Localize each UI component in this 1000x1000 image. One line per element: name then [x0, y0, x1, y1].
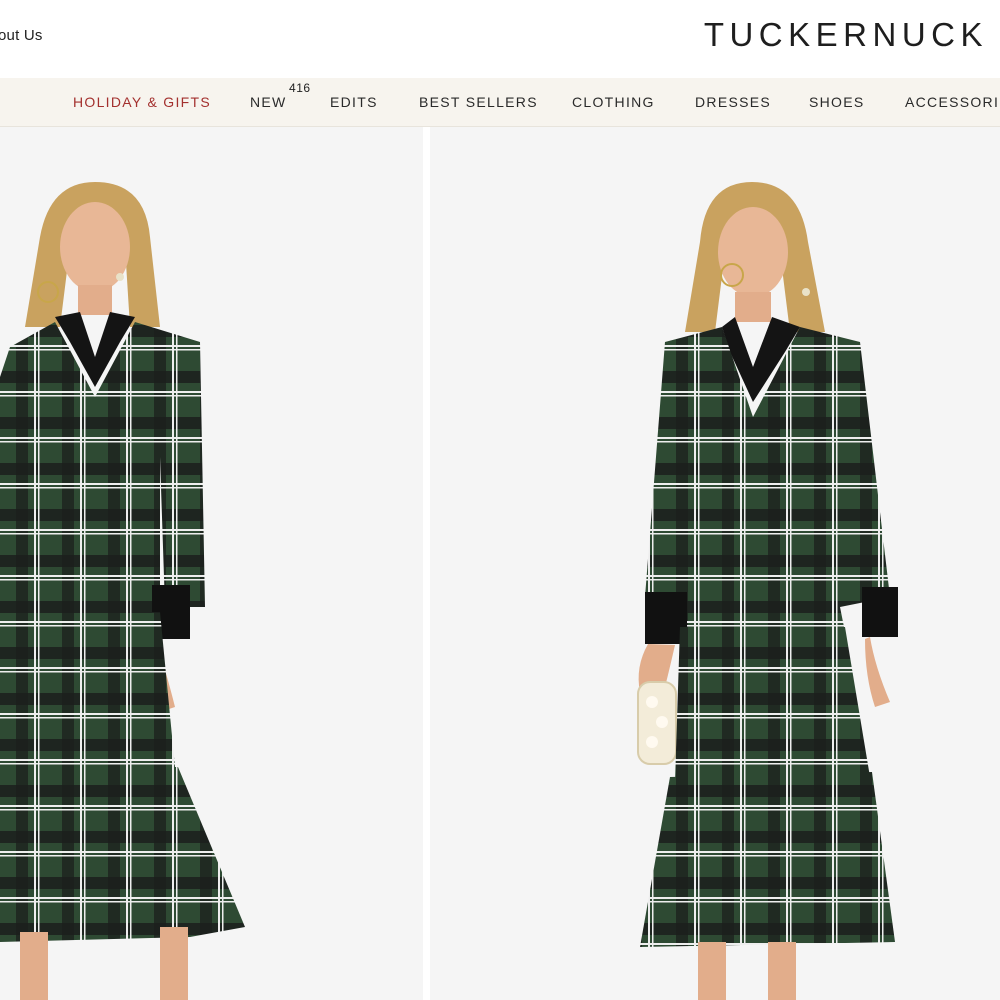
nav-edits[interactable]: EDITS — [330, 94, 378, 110]
main-navigation: HOLIDAY & GIFTS NEW 416 EDITS BEST SELLE… — [0, 78, 1000, 127]
nav-accessories[interactable]: ACCESSORIE — [905, 94, 1000, 110]
nav-new-label: NEW — [250, 94, 287, 110]
nav-dresses[interactable]: DRESSES — [695, 94, 771, 110]
product-photo-front[interactable] — [0, 127, 423, 1000]
nav-shoes[interactable]: SHOES — [809, 94, 865, 110]
about-us-link[interactable]: out Us — [0, 27, 43, 44]
product-photo-with-clutch[interactable] — [430, 127, 1000, 1000]
product-gallery — [0, 127, 1000, 1000]
brand-logo[interactable]: TUCKERNUCK — [704, 16, 988, 54]
new-count-badge: 416 — [289, 81, 311, 95]
nav-new[interactable]: NEW 416 — [250, 81, 310, 110]
site-header: out Us TUCKERNUCK — [0, 0, 1000, 76]
nav-best-sellers[interactable]: BEST SELLERS — [419, 94, 538, 110]
model-illustration — [0, 182, 245, 1000]
model-illustration — [637, 182, 898, 1000]
nav-clothing[interactable]: CLOTHING — [572, 94, 655, 110]
nav-holiday-gifts[interactable]: HOLIDAY & GIFTS — [73, 94, 211, 110]
